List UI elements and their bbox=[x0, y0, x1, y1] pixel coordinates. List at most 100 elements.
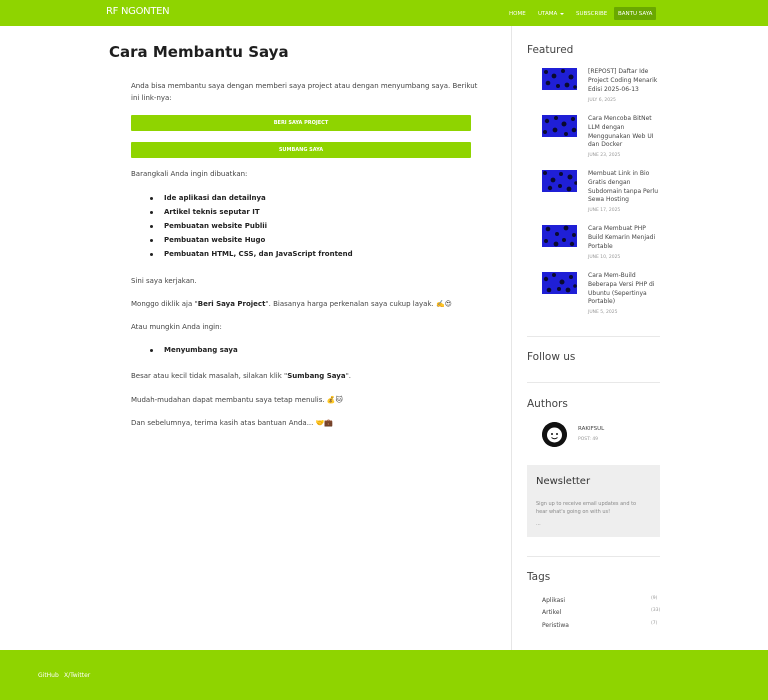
site-logo[interactable]: RF NGONTEN bbox=[106, 6, 170, 17]
featured-post-date: JUNE 23, 2025 bbox=[588, 153, 621, 158]
featured-post-title[interactable]: Cara Membuat PHP Build Kemarin Menjadi P… bbox=[588, 225, 662, 251]
newsletter-title: Newsletter bbox=[536, 476, 591, 487]
monggo-bold: Beri Saya Project bbox=[197, 300, 266, 308]
tag-peristiwa[interactable]: Peristiwa bbox=[542, 622, 569, 629]
featured-post-date: JULY 6, 2025 bbox=[588, 98, 616, 103]
tag-artikel[interactable]: Artikel bbox=[542, 609, 561, 616]
featured-post-title[interactable]: Cara Mencoba BitNet LLM dengan Menggunak… bbox=[588, 115, 662, 150]
title-line: Edisi 2025-06-13 bbox=[588, 85, 639, 93]
list-item: Artikel teknis seputar IT bbox=[150, 208, 260, 216]
featured-thumbnail[interactable] bbox=[542, 272, 577, 294]
title-line: dan Docker bbox=[588, 141, 623, 149]
author-name[interactable]: RAKIFSUL bbox=[578, 426, 604, 432]
featured-post-title[interactable]: Cara Mem-Build Beberapa Versi PHP di Ubu… bbox=[588, 272, 662, 307]
tag-count: (7) bbox=[651, 621, 658, 626]
list-item-text: Artikel teknis seputar IT bbox=[164, 208, 260, 216]
title-line: Cara Mencoba BitNet bbox=[588, 115, 652, 122]
featured-post-date: JUNE 5, 2025 bbox=[588, 310, 618, 315]
title-line: Ubuntu (Sepertinya bbox=[588, 289, 647, 297]
monggo-text: Monggo diklik aja "Beri Saya Project". B… bbox=[131, 298, 452, 310]
list-item-text: Pembuatan HTML, CSS, dan JavaScript fron… bbox=[164, 250, 353, 258]
author-post-count: POST: 49 bbox=[578, 437, 599, 442]
divider bbox=[527, 336, 660, 337]
bullet-icon bbox=[150, 196, 153, 200]
pattern-image bbox=[544, 69, 577, 89]
featured-post-title[interactable]: Membuat Link in Bio Gratis dengan Subdom… bbox=[588, 170, 662, 205]
mudah-text: Mudah-mudahan dapat membantu saya tetap … bbox=[131, 396, 343, 404]
title-line: Build Kemarin Menjadi bbox=[588, 233, 656, 241]
besar-bold: Sumbang Saya bbox=[287, 372, 346, 380]
footer bbox=[0, 650, 768, 700]
nav-utama[interactable]: UTAMA bbox=[534, 7, 568, 20]
newsletter-description: Sign up to receive email updates and to … bbox=[536, 500, 651, 516]
intro-line-2: ini link-nya: bbox=[131, 94, 172, 102]
beri-saya-project-button[interactable]: BERI SAYA PROJECT bbox=[131, 115, 471, 131]
newsletter-desc-line: hear what's going on with us! bbox=[536, 509, 611, 515]
monggo-pre: Monggo diklik aja " bbox=[131, 300, 198, 308]
title-line: Sewa Hosting bbox=[588, 196, 629, 204]
besar-text: Besar atau kecil tidak masalah, silakan … bbox=[131, 370, 351, 382]
bullet-icon bbox=[150, 252, 153, 256]
list-item-text: Ide aplikasi dan detailnya bbox=[164, 194, 266, 202]
pattern-image bbox=[544, 225, 576, 247]
list-item: Pembuatan website Publii bbox=[150, 222, 267, 230]
besar-post: ". bbox=[345, 372, 352, 380]
title-line: Project Coding Menarik bbox=[588, 76, 658, 84]
nav-subscribe[interactable]: SUBSCRIBE bbox=[572, 7, 611, 20]
bullet-icon bbox=[150, 210, 153, 214]
pattern-image bbox=[543, 171, 577, 192]
list-item-text: Pembuatan website Publii bbox=[164, 222, 268, 230]
title-line: Cara Membuat PHP bbox=[588, 225, 646, 232]
tag-count: (9) bbox=[651, 596, 658, 601]
list-item: Pembuatan HTML, CSS, dan JavaScript fron… bbox=[150, 250, 353, 258]
title-line: Subdomain tanpa Perlu bbox=[588, 187, 659, 195]
intro-line-1: Anda bisa membantu saya dengan memberi s… bbox=[131, 82, 478, 90]
pattern-image bbox=[543, 116, 577, 136]
title-line: LLM dengan bbox=[588, 123, 625, 131]
footer-github-link[interactable]: GitHub bbox=[38, 672, 59, 679]
title-line: Gratis dengan bbox=[588, 178, 631, 186]
list-intro: Barangkali Anda ingin dibuatkan: bbox=[131, 170, 248, 178]
nav-bantu-saya[interactable]: BANTU SAYA bbox=[614, 7, 657, 20]
title-line: Membuat Link in Bio bbox=[588, 170, 650, 177]
besar-pre: Besar atau kecil tidak masalah, silakan … bbox=[131, 372, 288, 380]
title-line: Cara Mem-Build bbox=[588, 272, 636, 279]
featured-post-date: JUNE 10, 2025 bbox=[588, 255, 621, 260]
monggo-post: ". Biasanya harga perkenalan saya cukup … bbox=[265, 300, 452, 308]
sini-text: Sini saya kerjakan. bbox=[131, 277, 197, 285]
authors-heading: Authors bbox=[527, 398, 568, 410]
featured-post-title[interactable]: [REPOST] Daftar Ide Project Coding Menar… bbox=[588, 68, 662, 94]
featured-thumbnail[interactable] bbox=[542, 225, 577, 247]
column-divider bbox=[511, 26, 512, 650]
newsletter-desc-line: Sign up to receive email updates and to bbox=[536, 501, 637, 507]
page-title: Cara Membantu Saya bbox=[109, 43, 289, 61]
title-line: [REPOST] Daftar Ide bbox=[588, 68, 649, 75]
featured-thumbnail[interactable] bbox=[542, 115, 577, 137]
list-item: Menyumbang saya bbox=[150, 346, 238, 354]
featured-thumbnail[interactable] bbox=[542, 68, 577, 90]
list-item-text: Pembuatan website Hugo bbox=[164, 236, 266, 244]
footer-twitter-link[interactable]: X/Twitter bbox=[64, 672, 90, 679]
dan-text: Dan sebelumnya, terima kasih atas bantua… bbox=[131, 419, 334, 427]
title-line: Beberapa Versi PHP di bbox=[588, 280, 655, 288]
title-line: Portable bbox=[588, 242, 613, 250]
list-item: Pembuatan website Hugo bbox=[150, 236, 265, 244]
avatar[interactable] bbox=[542, 422, 567, 447]
featured-heading: Featured bbox=[527, 44, 574, 56]
intro-text: Anda bisa membantu saya dengan memberi s… bbox=[131, 80, 477, 104]
featured-thumbnail[interactable] bbox=[542, 170, 577, 192]
tag-aplikasi[interactable]: Aplikasi bbox=[542, 597, 565, 604]
bullet-icon bbox=[150, 348, 153, 352]
newsletter-more: ... bbox=[536, 521, 541, 527]
tags-heading: Tags bbox=[527, 571, 551, 583]
title-line: Menggunakan Web UI bbox=[588, 132, 654, 140]
divider bbox=[527, 382, 660, 383]
list-item-text: Menyumbang saya bbox=[164, 346, 238, 354]
title-line: Portable) bbox=[588, 298, 616, 306]
atau-text: Atau mungkin Anda ingin: bbox=[131, 323, 222, 331]
featured-post-date: JUNE 17, 2025 bbox=[588, 208, 621, 213]
nav-home[interactable]: HOME bbox=[505, 7, 530, 20]
tag-count: (33) bbox=[651, 608, 661, 613]
sumbang-saya-button[interactable]: SUMBANG SAYA bbox=[131, 142, 471, 158]
bullet-icon bbox=[150, 238, 153, 242]
